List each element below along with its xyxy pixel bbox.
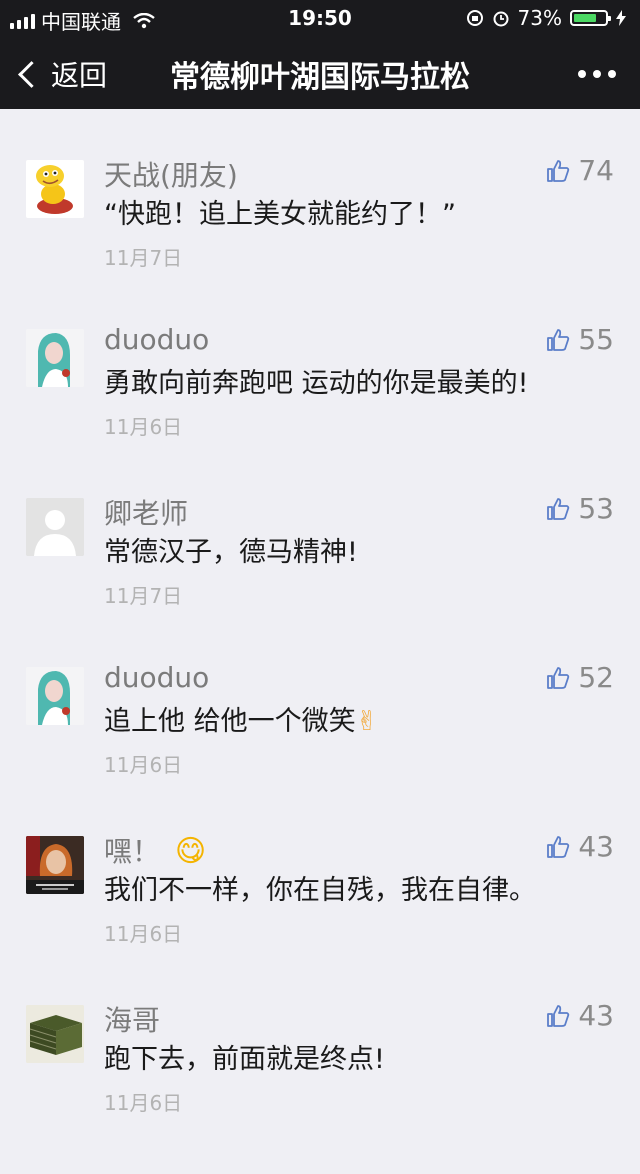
- back-label: 返回: [51, 59, 108, 92]
- battery-percent: 73%: [517, 6, 562, 30]
- thumbs-up-icon: [547, 835, 570, 858]
- comment-date: 11月6日: [104, 753, 183, 777]
- commenter-name: duoduo: [104, 661, 210, 694]
- commenter-name: 卿老师: [104, 497, 189, 530]
- comment-text: 我们不一样，你在自残，我在自律。: [104, 875, 536, 906]
- thumbs-up-icon: [547, 666, 570, 689]
- comment-date: 11月7日: [104, 584, 183, 608]
- commenter-name: 嘿！ 😋: [104, 830, 206, 870]
- more-dot-icon: [578, 70, 586, 78]
- more-dot-icon: [593, 70, 601, 78]
- comment-text: 跑下去，前面就是终点!: [104, 1044, 385, 1075]
- cartoon-snake-avatar-icon: [36, 165, 73, 214]
- comment-date: 11月7日: [104, 246, 183, 270]
- back-button[interactable]: 返回: [18, 54, 107, 94]
- commenter-name: 天战(朋友): [104, 159, 238, 192]
- like-count: 43: [578, 999, 614, 1032]
- like-count: 74: [578, 154, 614, 187]
- like-button[interactable]: 43: [546, 830, 614, 863]
- commenter-name-text: 嘿！: [104, 835, 161, 868]
- charging-icon: [616, 10, 626, 26]
- comment-text: 勇敢向前奔跑吧 运动的你是最美的!: [104, 368, 529, 399]
- thumbs-up-icon: [547, 497, 570, 520]
- battery-icon: [570, 10, 611, 26]
- comment-text: 追上他 给他一个微笑✌: [104, 699, 378, 738]
- avatar[interactable]: [26, 329, 84, 387]
- like-count: 55: [578, 323, 614, 356]
- thumbs-up-icon: [547, 159, 570, 182]
- more-dot-icon: [608, 70, 616, 78]
- thumbs-up-icon: [547, 1004, 570, 1027]
- avatar[interactable]: [26, 667, 84, 725]
- avatar[interactable]: [26, 1005, 84, 1063]
- comment-item: 海哥 跑下去，前面就是终点! 11月6日 43: [0, 999, 640, 1174]
- like-button[interactable]: 43: [546, 999, 614, 1032]
- page-title: 常德柳叶湖国际马拉松: [170, 60, 470, 95]
- default-person-avatar-icon: [26, 498, 84, 556]
- like-button[interactable]: 52: [546, 661, 614, 694]
- commenter-name: duoduo: [104, 323, 210, 356]
- comment-text: “快跑！追上美女就能约了！”: [104, 199, 456, 230]
- like-count: 52: [578, 661, 614, 694]
- yum-emoji-icon: 😋: [174, 834, 207, 869]
- nav-bar: 返回 常德柳叶湖国际马拉松: [0, 40, 640, 106]
- victory-hand-emoji-icon: ✌: [355, 706, 379, 737]
- avatar[interactable]: [26, 836, 84, 894]
- comment-text-body: 追上他 给他一个微笑: [104, 706, 356, 737]
- like-count: 53: [578, 492, 614, 525]
- like-button[interactable]: 53: [546, 492, 614, 525]
- chevron-left-icon: [18, 60, 45, 88]
- comment-date: 11月6日: [104, 922, 183, 946]
- avatar[interactable]: [26, 160, 84, 218]
- more-button[interactable]: [578, 70, 616, 78]
- avatar[interactable]: [26, 498, 84, 556]
- girl-photo-avatar-icon: [26, 329, 84, 387]
- status-bar: 中国联通 19:50 73%: [0, 0, 640, 36]
- comment-item: duoduo 勇敢向前奔跑吧 运动的你是最美的! 11月6日 55: [0, 323, 640, 498]
- rotation-lock-icon: [466, 10, 483, 26]
- comment-text: 常德汉子，德马精神!: [104, 537, 358, 568]
- comment-item: 卿老师 常德汉子，德马精神! 11月7日 53: [0, 492, 640, 667]
- alarm-icon: [493, 11, 509, 27]
- girl-photo-avatar-icon: [26, 667, 84, 725]
- thumbs-up-icon: [547, 328, 570, 351]
- comment-item: 天战(朋友) “快跑！追上美女就能约了！” 11月7日 74: [0, 154, 640, 329]
- like-button[interactable]: 55: [546, 323, 614, 356]
- comment-item: duoduo 追上他 给他一个微笑✌ 11月6日 52: [0, 661, 640, 836]
- comment-item: 嘿！ 😋 我们不一样，你在自残，我在自律。 11月6日 43: [0, 830, 640, 1005]
- painting-portrait-avatar-icon: [26, 836, 84, 894]
- like-button[interactable]: 74: [546, 154, 614, 187]
- commenter-name: 海哥: [104, 1004, 161, 1037]
- like-count: 43: [578, 830, 614, 863]
- book-stack-avatar-icon: [26, 1005, 84, 1063]
- comment-date: 11月6日: [104, 1091, 183, 1115]
- comment-date: 11月6日: [104, 415, 183, 439]
- top-bar: 中国联通 19:50 73% 返回 常德柳叶湖国际马拉松: [0, 0, 640, 109]
